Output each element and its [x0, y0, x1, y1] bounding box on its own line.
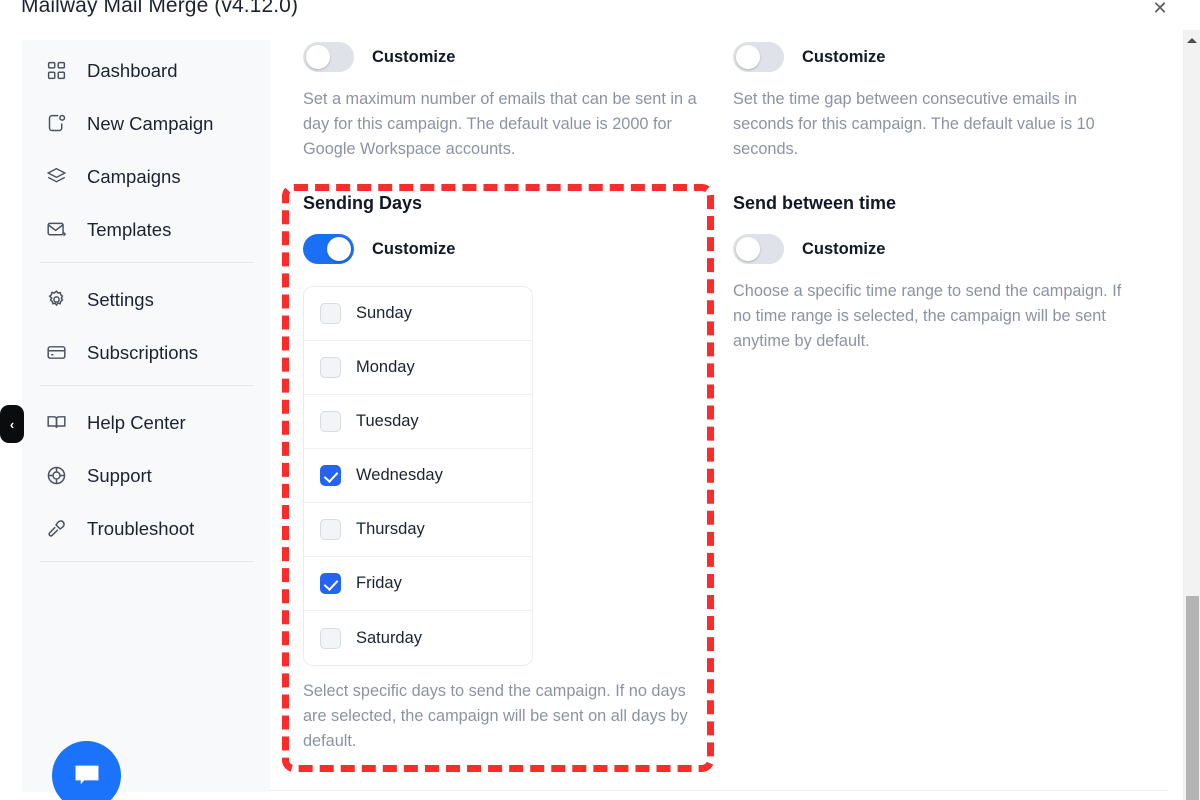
- toggle-knob: [736, 237, 760, 262]
- day-row-sunday[interactable]: Sunday: [304, 287, 532, 342]
- day-row-thursday[interactable]: Thursday: [304, 503, 532, 558]
- toggle-knob: [306, 45, 330, 69]
- time-gap-help-text: Set the time gap between consecutive ema…: [733, 90, 1095, 158]
- day-label: Saturday: [356, 628, 423, 647]
- gear-icon: [45, 288, 68, 311]
- time-gap-toggle-row: Customize: [733, 40, 1143, 74]
- sidebar-collapse-button[interactable]: ‹: [0, 405, 24, 443]
- sidebar-item-label: Help Center: [87, 411, 186, 433]
- dashboard-icon: [45, 59, 68, 82]
- day-checkbox-tuesday[interactable]: [320, 411, 341, 433]
- sidebar-item-campaigns[interactable]: Campaigns: [22, 150, 270, 203]
- sending-days-toggle-row: Customize: [303, 232, 713, 266]
- credit-card-icon: [45, 341, 68, 364]
- sidebar-item-label: Troubleshoot: [87, 517, 195, 539]
- new-campaign-icon: [45, 112, 68, 135]
- daily-limit-toggle-label: Customize: [372, 47, 456, 66]
- day-label: Sunday: [356, 304, 412, 323]
- sidebar-item-new-campaign[interactable]: New Campaign: [22, 97, 270, 150]
- sidebar-item-support[interactable]: Support: [22, 449, 270, 502]
- sending-days-list: Sunday Monday Tuesday Wednesday Thursday…: [303, 286, 533, 667]
- page-title: Mailway Mail Merge (v4.12.0): [21, 0, 299, 17]
- day-label: Thursday: [356, 520, 425, 539]
- sending-days-help-text: Select specific days to send the campaig…: [303, 682, 688, 750]
- sidebar-item-label: Campaigns: [87, 165, 181, 187]
- day-checkbox-sunday[interactable]: [320, 303, 341, 325]
- day-checkbox-saturday[interactable]: [320, 627, 341, 649]
- daily-limit-toggle-row: Customize: [303, 40, 713, 74]
- book-icon: [45, 411, 68, 434]
- send-between-time-toggle-row: Customize: [733, 232, 1143, 266]
- scroll-up-arrow-icon[interactable]: [1184, 33, 1200, 47]
- sidebar-item-label: Dashboard: [87, 59, 178, 81]
- send-between-time-section: Send between time Customize Choose a spe…: [733, 193, 1143, 353]
- day-row-saturday[interactable]: Saturday: [304, 611, 532, 665]
- vertical-scrollbar[interactable]: [1183, 30, 1200, 800]
- window-titlebar: Mailway Mail Merge (v4.12.0) ✕: [0, 0, 1200, 22]
- sending-days-toggle-label: Customize: [372, 239, 456, 258]
- sidebar-divider: [40, 262, 254, 263]
- sidebar-group-primary: Dashboard New Campaign Campaigns Templat…: [22, 40, 270, 256]
- chat-bubble-icon: [71, 760, 103, 792]
- day-row-tuesday[interactable]: Tuesday: [304, 395, 532, 450]
- settings-column-left: Customize Set a maximum number of emails…: [303, 40, 713, 754]
- sidebar-item-help-center[interactable]: Help Center: [22, 396, 270, 449]
- sending-days-title: Sending Days: [303, 193, 423, 214]
- send-between-time-help-text: Choose a specific time range to send the…: [733, 282, 1122, 350]
- day-row-monday[interactable]: Monday: [304, 341, 532, 396]
- settings-column-right: Customize Set the time gap between conse…: [733, 40, 1143, 354]
- sidebar-item-label: Templates: [87, 218, 172, 240]
- sidebar-item-label: Settings: [87, 288, 154, 310]
- wrench-icon: [45, 517, 68, 540]
- daily-limit-help-text: Set a maximum number of emails that can …: [303, 90, 697, 158]
- sidebar-divider: [40, 561, 254, 562]
- day-label: Monday: [356, 358, 415, 377]
- day-checkbox-friday[interactable]: [320, 573, 341, 595]
- daily-limit-section: Customize Set a maximum number of emails…: [303, 40, 713, 161]
- sidebar-item-settings[interactable]: Settings: [22, 273, 270, 326]
- daily-limit-customize-toggle[interactable]: [303, 42, 354, 72]
- lifebuoy-icon: [45, 464, 68, 487]
- day-checkbox-wednesday[interactable]: [320, 465, 341, 487]
- day-label: Tuesday: [356, 412, 419, 431]
- sending-days-section: Sending Days Customize Sunday Monday Tue…: [303, 193, 713, 753]
- day-label: Friday: [356, 574, 402, 593]
- sidebar-item-label: Subscriptions: [87, 341, 199, 363]
- send-between-time-customize-toggle[interactable]: [733, 234, 784, 265]
- day-row-friday[interactable]: Friday: [304, 557, 532, 612]
- sidebar-divider: [40, 385, 254, 386]
- toggle-knob: [736, 45, 760, 69]
- chevron-left-icon: ‹: [9, 416, 15, 432]
- sidebar-item-label: Support: [87, 464, 152, 486]
- time-gap-toggle-label: Customize: [802, 47, 886, 66]
- close-icon[interactable]: ✕: [1148, 0, 1172, 20]
- sidebar-group-support: Help Center Support Troubleshoot: [22, 392, 270, 555]
- layers-icon: [45, 165, 68, 188]
- sending-days-customize-toggle[interactable]: [303, 234, 354, 265]
- sidebar-item-subscriptions[interactable]: Subscriptions: [22, 326, 270, 379]
- sidebar-item-label: New Campaign: [87, 112, 214, 134]
- sidebar-group-account: Settings Subscriptions: [22, 269, 270, 379]
- app-window: Mailway Mail Merge (v4.12.0) ✕ Dashboard: [0, 0, 1200, 800]
- settings-content: Customize Set a maximum number of emails…: [270, 40, 1168, 792]
- time-gap-customize-toggle[interactable]: [733, 42, 784, 72]
- sidebar-item-dashboard[interactable]: Dashboard: [22, 44, 270, 97]
- time-gap-section: Customize Set the time gap between conse…: [733, 40, 1143, 161]
- sidebar-item-templates[interactable]: Templates: [22, 203, 270, 256]
- day-checkbox-thursday[interactable]: [320, 519, 341, 541]
- day-checkbox-monday[interactable]: [320, 357, 341, 379]
- send-between-time-title: Send between time: [733, 193, 897, 214]
- mail-code-icon: [45, 218, 68, 241]
- day-label: Wednesday: [356, 466, 443, 485]
- send-between-time-toggle-label: Customize: [802, 239, 886, 258]
- toggle-knob: [327, 237, 351, 262]
- sidebar: Dashboard New Campaign Campaigns Templat…: [22, 40, 270, 792]
- scrollbar-thumb[interactable]: [1186, 596, 1199, 800]
- content-bottom-divider: [270, 790, 1168, 791]
- sidebar-item-troubleshoot[interactable]: Troubleshoot: [22, 502, 270, 555]
- day-row-wednesday[interactable]: Wednesday: [304, 449, 532, 504]
